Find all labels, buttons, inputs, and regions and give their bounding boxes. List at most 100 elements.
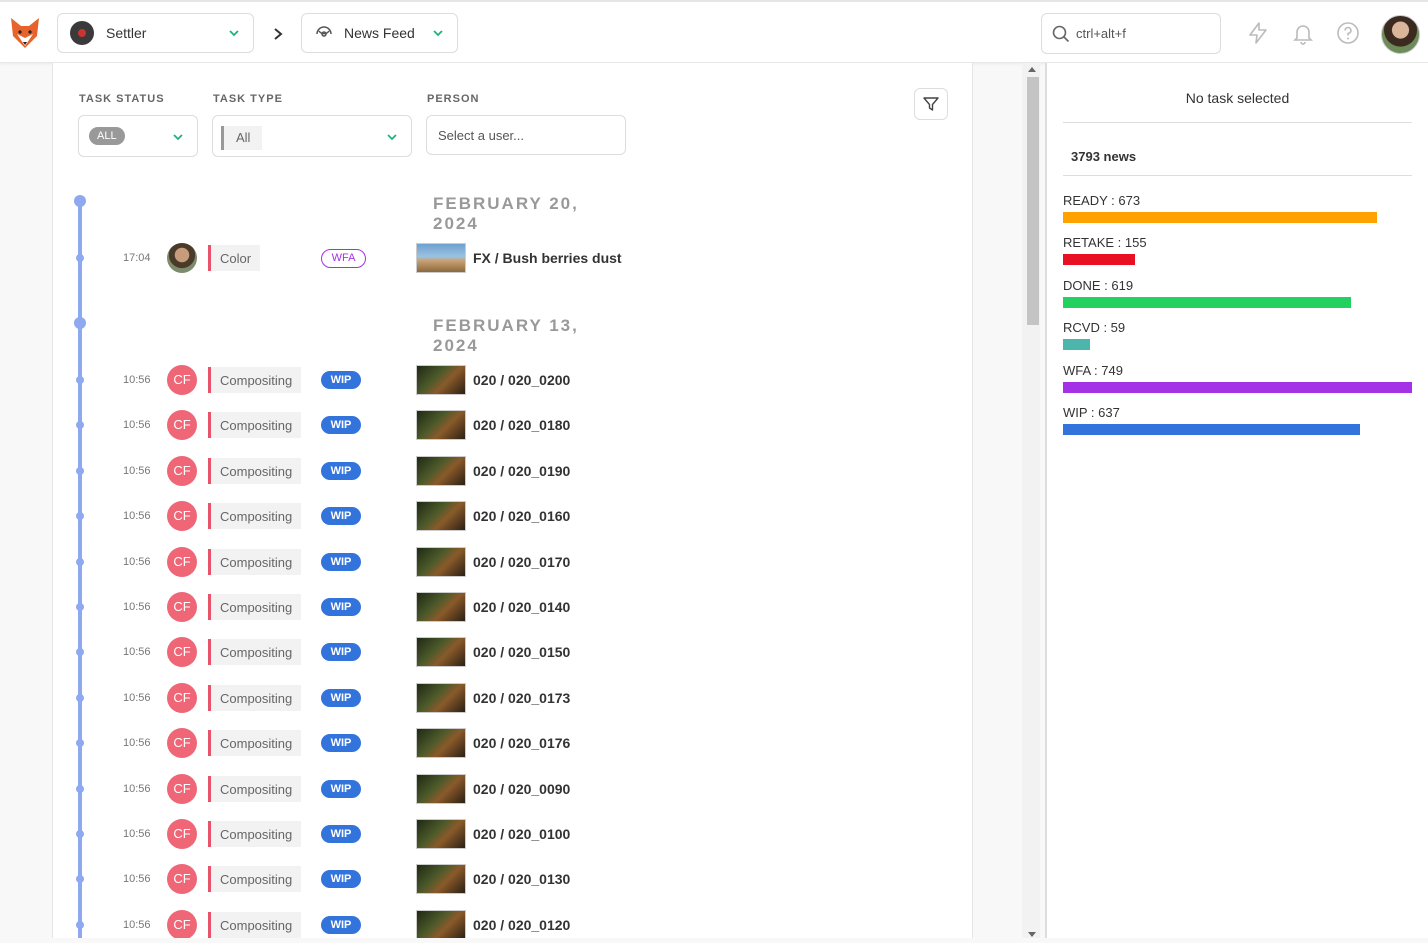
- status-badge: WIP: [321, 870, 361, 889]
- section-name: News Feed: [344, 25, 415, 41]
- chevron-down-icon: [433, 30, 443, 37]
- user-avatar[interactable]: [1381, 15, 1420, 54]
- status-badge: WIP: [321, 598, 361, 616]
- entity-thumbnail[interactable]: [416, 682, 466, 713]
- feed-item[interactable]: 10:56 CF Compositing WIP 020 / 020_0130: [53, 863, 972, 895]
- entity-name[interactable]: 020 / 020_0176: [473, 735, 570, 751]
- entity-name[interactable]: 020 / 020_0173: [473, 690, 570, 706]
- production-select[interactable]: Settler: [57, 13, 254, 53]
- entity-name[interactable]: 020 / 020_0090: [473, 781, 570, 797]
- search-input[interactable]: [1076, 26, 1206, 41]
- filter-button[interactable]: [914, 88, 948, 120]
- side-panel: No task selected 3793 news READY : 673 RE…: [1045, 63, 1428, 943]
- chevron-down-icon: [173, 134, 183, 141]
- scroll-up-icon[interactable]: [1028, 67, 1036, 72]
- person-input[interactable]: [426, 115, 626, 155]
- avatar: CF: [167, 682, 197, 713]
- feed-time: 10:56: [123, 419, 151, 432]
- task-type-select[interactable]: All: [212, 115, 412, 157]
- task-type-tag[interactable]: Compositing: [208, 457, 302, 484]
- news-feed-panel: TASK STATUS ALL TASK TYPE All PERSON FEB…: [52, 63, 973, 943]
- global-search[interactable]: [1041, 13, 1221, 54]
- feed-item[interactable]: 10:56 CF Compositing WIP 020 / 020_0120: [53, 909, 972, 941]
- feed-time: 10:56: [123, 691, 151, 704]
- entity-thumbnail[interactable]: [416, 864, 466, 895]
- entity-thumbnail[interactable]: [416, 909, 466, 940]
- scrollbar[interactable]: [1022, 63, 1040, 943]
- entity-name[interactable]: 020 / 020_0160: [473, 508, 570, 524]
- bell-icon[interactable]: [1291, 21, 1315, 45]
- entity-thumbnail[interactable]: [416, 728, 466, 759]
- task-type-tag[interactable]: Compositing: [208, 548, 302, 575]
- entity-thumbnail[interactable]: [416, 455, 466, 486]
- entity-name[interactable]: 020 / 020_0130: [473, 871, 570, 887]
- section-select[interactable]: News Feed: [301, 13, 458, 53]
- entity-thumbnail[interactable]: [416, 365, 466, 395]
- entity-name[interactable]: 020 / 020_0140: [473, 599, 570, 615]
- feed-item[interactable]: 10:56 CF Compositing WIP 020 / 020_0140: [53, 591, 972, 623]
- feed-item[interactable]: 17:04 Color WFA FX / Bush berries dust: [53, 242, 972, 274]
- production-name: Settler: [106, 25, 147, 41]
- feed-item[interactable]: 10:56 CF Compositing WIP 020 / 020_0090: [53, 773, 972, 805]
- help-icon[interactable]: [1336, 21, 1360, 45]
- task-type-tag[interactable]: Compositing: [208, 730, 302, 757]
- entity-thumbnail[interactable]: [416, 546, 466, 577]
- task-type-tag[interactable]: Compositing: [208, 911, 302, 938]
- feed-time: 10:56: [123, 510, 151, 523]
- task-type-tag[interactable]: Compositing: [208, 866, 302, 893]
- entity-thumbnail[interactable]: [416, 501, 466, 532]
- avatar: CF: [167, 455, 197, 486]
- stat-bar: [1063, 339, 1091, 351]
- lightning-icon[interactable]: [1246, 21, 1270, 45]
- feed-item[interactable]: 10:56 CF Compositing WIP 020 / 020_0190: [53, 455, 972, 487]
- top-bar: Settler News Feed: [0, 0, 1428, 63]
- entity-thumbnail[interactable]: [416, 592, 466, 622]
- task-type-tag[interactable]: Compositing: [208, 775, 302, 802]
- status-badge: WIP: [321, 825, 361, 843]
- task-type-tag[interactable]: Compositing: [208, 684, 302, 711]
- timeline-date-dot: [74, 317, 86, 329]
- entity-thumbnail[interactable]: [416, 819, 466, 849]
- scroll-thumb[interactable]: [1027, 77, 1039, 325]
- task-type-tag[interactable]: Compositing: [208, 594, 302, 620]
- entity-name[interactable]: 020 / 020_0120: [473, 917, 570, 933]
- entity-thumbnail[interactable]: [416, 637, 466, 668]
- chevron-down-icon: [387, 134, 397, 141]
- chevron-right-icon: [274, 28, 283, 40]
- task-status-select[interactable]: ALL: [78, 115, 198, 157]
- status-badge: WFA: [321, 249, 366, 268]
- entity-thumbnail[interactable]: [416, 773, 466, 804]
- entity-name[interactable]: 020 / 020_0100: [473, 826, 570, 842]
- entity-thumbnail[interactable]: [416, 243, 466, 273]
- stat-label: READY : 673: [1063, 193, 1141, 208]
- entity-name[interactable]: 020 / 020_0180: [473, 417, 570, 433]
- bottom-strip: [0, 938, 1428, 943]
- kitsu-logo-icon[interactable]: [9, 16, 41, 50]
- entity-thumbnail[interactable]: [416, 410, 466, 441]
- task-type-tag[interactable]: Compositing: [208, 821, 302, 847]
- entity-name[interactable]: 020 / 020_0190: [473, 463, 570, 479]
- feed-item[interactable]: 10:56 CF Compositing WIP 020 / 020_0150: [53, 636, 972, 668]
- feed-item[interactable]: 10:56 CF Compositing WIP 020 / 020_0200: [53, 364, 972, 396]
- feed-item[interactable]: 10:56 CF Compositing WIP 020 / 020_0170: [53, 546, 972, 578]
- task-type-tag[interactable]: Compositing: [208, 412, 302, 439]
- task-type-tag[interactable]: Compositing: [208, 503, 302, 530]
- task-type-tag[interactable]: Color: [208, 245, 261, 271]
- stat-label: RETAKE : 155: [1063, 235, 1147, 251]
- feed-item[interactable]: 10:56 CF Compositing WIP 020 / 020_0160: [53, 500, 972, 532]
- feed-item[interactable]: 10:56 CF Compositing WIP 020 / 020_0173: [53, 682, 972, 714]
- stat-label: DONE : 619: [1063, 277, 1134, 293]
- scroll-down-icon[interactable]: [1028, 932, 1036, 937]
- person-label: PERSON: [427, 93, 480, 105]
- entity-name[interactable]: 020 / 020_0170: [473, 554, 570, 570]
- entity-name[interactable]: FX / Bush berries dust: [473, 250, 622, 266]
- task-type-tag[interactable]: Compositing: [208, 367, 302, 393]
- entity-name[interactable]: 020 / 020_0200: [473, 372, 570, 388]
- task-type-tag[interactable]: Compositing: [208, 639, 302, 666]
- feed-item[interactable]: 10:56 CF Compositing WIP 020 / 020_0100: [53, 818, 972, 850]
- feed-item[interactable]: 10:56 CF Compositing WIP 020 / 020_0180: [53, 409, 972, 441]
- feed-time: 10:56: [123, 464, 151, 477]
- production-avatar: [70, 21, 94, 45]
- entity-name[interactable]: 020 / 020_0150: [473, 644, 570, 660]
- feed-item[interactable]: 10:56 CF Compositing WIP 020 / 020_0176: [53, 727, 972, 759]
